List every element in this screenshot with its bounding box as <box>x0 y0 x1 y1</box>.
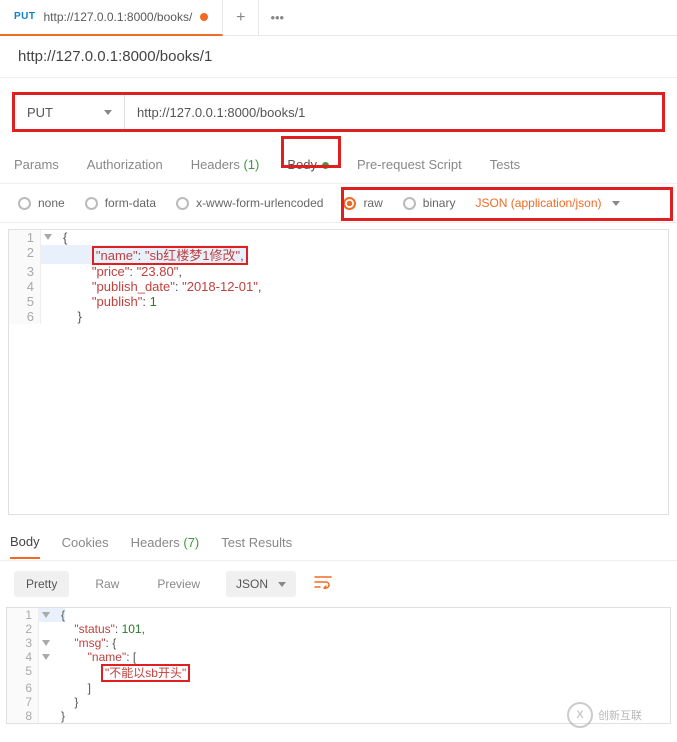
tab-more-button[interactable]: ••• <box>259 0 295 36</box>
tab-headers-count: (1) <box>243 157 259 172</box>
chevron-down-icon <box>278 582 286 587</box>
radio-icon <box>18 197 31 210</box>
chevron-down-icon <box>104 110 112 115</box>
response-tabs: Body Cookies Headers (7) Test Results <box>0 525 677 561</box>
request-tab[interactable]: PUT http://127.0.0.1:8000/books/ <box>0 0 223 36</box>
request-body-editor[interactable]: 1{ 2 "name": "sb红楼梦1修改", 3 "price": "23.… <box>8 229 669 515</box>
request-url-label: http://127.0.0.1:8000/books/1 <box>0 36 677 78</box>
resp-tab-headers[interactable]: Headers (7) <box>131 527 200 558</box>
unsaved-dot-icon <box>200 13 208 21</box>
body-type-row: none form-data x-www-form-urlencoded raw… <box>0 184 677 223</box>
tab-headers[interactable]: Headers (1) <box>191 157 260 181</box>
tab-tests[interactable]: Tests <box>490 157 520 181</box>
radio-icon <box>85 197 98 210</box>
tab-title: http://127.0.0.1:8000/books/ <box>44 10 193 24</box>
tab-method: PUT <box>14 11 36 22</box>
view-pretty[interactable]: Pretty <box>14 571 69 597</box>
radio-icon <box>176 197 189 210</box>
method-select[interactable]: PUT <box>15 95 125 129</box>
radio-formdata[interactable]: form-data <box>85 196 156 210</box>
tab-prerequest[interactable]: Pre-request Script <box>357 157 462 181</box>
tab-bar: PUT http://127.0.0.1:8000/books/ + ••• <box>0 0 677 36</box>
resp-tab-tests[interactable]: Test Results <box>221 527 292 558</box>
view-raw[interactable]: Raw <box>83 571 131 597</box>
response-controls: Pretty Raw Preview JSON <box>0 561 677 607</box>
view-preview[interactable]: Preview <box>145 571 212 597</box>
request-subtabs: Params Authorization Headers (1) Body Pr… <box>0 132 677 184</box>
highlight-box <box>341 187 673 221</box>
request-row: PUT <box>12 92 665 132</box>
resp-tab-cookies[interactable]: Cookies <box>62 527 109 558</box>
resp-tab-body[interactable]: Body <box>10 526 40 559</box>
tab-params[interactable]: Params <box>14 157 59 181</box>
watermark-logo: X 创新互联 <box>567 702 657 728</box>
highlight-box <box>281 136 341 168</box>
radio-none[interactable]: none <box>18 196 65 210</box>
tab-headers-label: Headers <box>191 157 240 172</box>
url-input[interactable] <box>125 95 662 129</box>
radio-xwww[interactable]: x-www-form-urlencoded <box>176 196 323 210</box>
method-value: PUT <box>27 105 53 120</box>
new-tab-button[interactable]: + <box>223 0 259 36</box>
logo-icon: X <box>567 702 593 728</box>
response-format-select[interactable]: JSON <box>226 571 296 597</box>
wrap-lines-icon[interactable] <box>314 575 332 594</box>
tab-authorization[interactable]: Authorization <box>87 157 163 181</box>
